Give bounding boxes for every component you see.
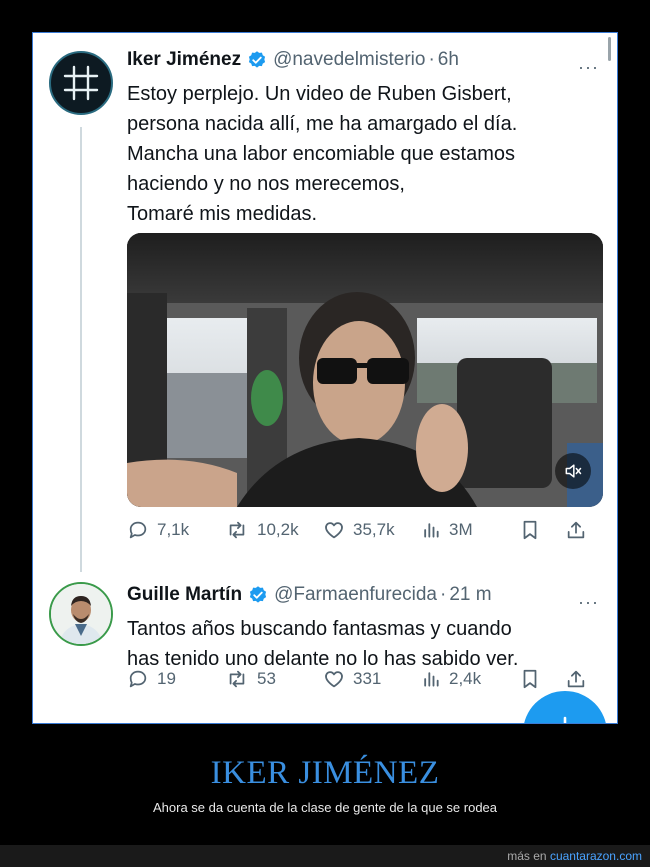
more-options-icon[interactable]: ··· <box>578 592 599 613</box>
verified-badge-icon <box>248 585 268 605</box>
video-player[interactable] <box>127 233 603 507</box>
author-handle[interactable]: @navedelmisterio <box>273 49 425 71</box>
reply-button[interactable]: 7,1k <box>127 519 225 541</box>
compose-icon <box>563 716 567 723</box>
views-icon <box>424 523 439 538</box>
bookmark-button[interactable] <box>519 668 565 690</box>
thread-line <box>80 127 82 572</box>
views-count: 2,4k <box>449 669 482 688</box>
avatar[interactable] <box>49 582 113 646</box>
footer-site-link[interactable]: cuantarazon.com <box>550 849 642 863</box>
timestamp[interactable]: 21 m <box>449 584 491 606</box>
tweet-text: Tantos años buscando fantasmas y cuando … <box>127 618 519 670</box>
bookmark-icon <box>523 669 537 689</box>
share-button[interactable] <box>565 668 595 690</box>
like-count: 35,7k <box>353 520 395 539</box>
author-name[interactable]: Iker Jiménez <box>127 49 241 71</box>
retweet-button[interactable]: 10,2k <box>225 519 323 541</box>
retweet-icon <box>229 670 245 688</box>
retweet-count: 10,2k <box>257 520 299 539</box>
reply-icon <box>129 521 147 539</box>
tweet-header: Guille Martín @Farmaenfurecida · 21 m <box>127 584 492 606</box>
tweet-screenshot: Iker Jiménez @navedelmisterio · 6h ··· E… <box>32 32 618 724</box>
author-name[interactable]: Guille Martín <box>127 584 242 606</box>
verified-badge-icon <box>247 50 267 70</box>
author-handle[interactable]: @Farmaenfurecida <box>274 584 437 606</box>
tweet-actions: 19 53 331 2,4k <box>127 668 607 690</box>
scrollbar[interactable] <box>608 37 611 61</box>
retweet-count: 53 <box>257 669 276 688</box>
like-count: 331 <box>353 669 382 688</box>
mute-button[interactable] <box>555 453 591 489</box>
bookmark-icon <box>523 520 537 540</box>
like-button[interactable]: 331 <box>323 668 421 690</box>
separator: · <box>428 49 435 70</box>
share-button[interactable] <box>565 519 595 541</box>
timestamp[interactable]: 6h <box>438 49 459 71</box>
grid-logo-icon <box>63 65 99 101</box>
retweet-button[interactable]: 53 <box>225 668 323 690</box>
footer: más en cuantarazon.com <box>0 845 650 867</box>
reply-button[interactable]: 19 <box>127 668 225 690</box>
views-button[interactable]: 3M <box>421 519 519 541</box>
tweet-actions: 7,1k 10,2k 35,7k 3M <box>127 519 607 541</box>
views-button[interactable]: 2,4k <box>421 668 519 690</box>
share-icon <box>567 521 585 539</box>
views-icon <box>424 672 439 687</box>
avatar[interactable] <box>49 51 113 115</box>
footer-prefix: más en <box>507 849 550 863</box>
retweet-icon <box>229 521 245 539</box>
reply-count: 7,1k <box>157 520 190 539</box>
reply-icon <box>129 670 147 688</box>
caption-subtitle: Ahora se da cuenta de la clase de gente … <box>152 800 498 815</box>
like-button[interactable]: 35,7k <box>323 519 421 541</box>
views-count: 3M <box>449 520 473 539</box>
muted-speaker-icon <box>565 464 582 478</box>
separator: · <box>440 584 447 605</box>
bookmark-button[interactable] <box>519 519 565 541</box>
tweet-header: Iker Jiménez @navedelmisterio · 6h <box>127 49 459 71</box>
more-options-icon[interactable]: ··· <box>578 57 599 78</box>
caption-title: IKER JIMÉNEZ <box>210 755 440 791</box>
profile-photo <box>51 584 111 644</box>
reply-count: 19 <box>157 669 176 688</box>
heart-icon <box>325 671 343 688</box>
share-icon <box>567 670 585 688</box>
compose-button[interactable] <box>523 691 607 723</box>
heart-icon <box>325 522 343 539</box>
video-frame <box>127 233 603 507</box>
tweet-text: Estoy perplejo. Un video de Ruben Gisber… <box>127 83 518 225</box>
